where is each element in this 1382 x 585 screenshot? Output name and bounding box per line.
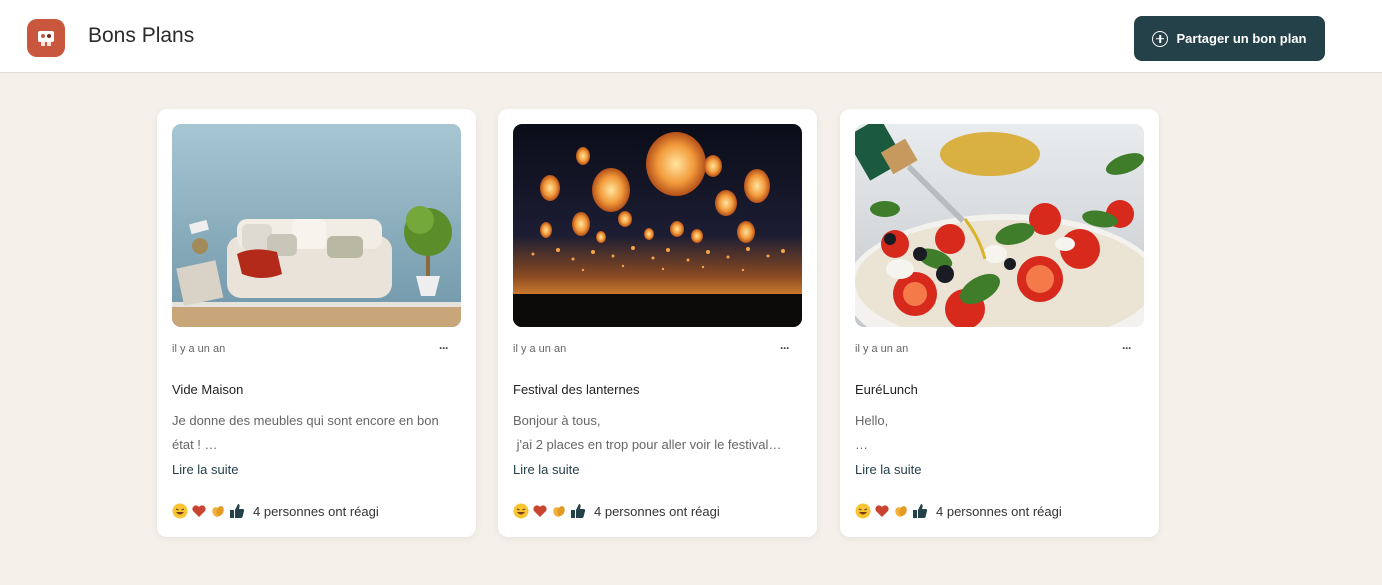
more-options-icon[interactable]: ··· (439, 341, 449, 355)
excerpt-line: … (855, 437, 868, 452)
card-excerpt: Hello, … (855, 409, 1145, 457)
share-deal-label: Partager un bon plan (1176, 31, 1307, 46)
thumbs-up-icon (571, 504, 586, 518)
floating-sofa-photo[interactable] (172, 124, 461, 327)
card-title: EuréLunch (855, 382, 918, 397)
more-options-icon[interactable]: ··· (1122, 341, 1132, 355)
card-excerpt: Bonjour à tous, j'ai 2 places en trop po… (513, 409, 803, 457)
card-title: Festival des lanternes (513, 382, 640, 397)
clapping-hands-icon (212, 506, 224, 517)
reactions-bar[interactable]: 4 personnes ont réagi (172, 503, 379, 519)
reactions-bar[interactable]: 4 personnes ont réagi (855, 503, 1062, 519)
app-title: Bons Plans (88, 24, 195, 47)
excerpt-line: j'ai 2 places en trop pour aller voir le… (513, 437, 782, 452)
heart-icon (875, 505, 889, 517)
thumbs-up-icon (913, 504, 928, 518)
sky-lanterns-photo[interactable] (513, 124, 802, 327)
reactions-bar[interactable]: 4 personnes ont réagi (513, 503, 720, 519)
read-more-link[interactable]: Lire la suite (855, 462, 921, 477)
laughing-face-icon (513, 503, 529, 519)
excerpt-line: Je donne des meubles qui sont encore en … (172, 413, 439, 428)
reactions-count: 4 personnes ont réagi (253, 503, 379, 519)
card-title: Vide Maison (172, 382, 244, 397)
app-logo-icon[interactable] (27, 19, 65, 57)
excerpt-line: Bonjour à tous, (513, 413, 601, 428)
excerpt-line: état ! … (172, 437, 218, 452)
top-bar: Bons Plans Partager un bon plan (0, 0, 1382, 73)
read-more-link[interactable]: Lire la suite (172, 462, 238, 477)
deal-card[interactable]: il y a un an ··· EuréLunch Hello, … Lire… (840, 109, 1159, 537)
caprese-salad-photo[interactable] (855, 124, 1144, 327)
more-options-icon[interactable]: ··· (780, 341, 790, 355)
clapping-hands-icon (895, 506, 907, 517)
post-time: il y a un an (513, 343, 567, 355)
share-deal-button[interactable]: Partager un bon plan (1134, 16, 1325, 61)
clapping-hands-icon (553, 506, 565, 517)
thumbs-up-icon (230, 504, 245, 518)
laughing-face-icon (172, 503, 188, 519)
reactions-count: 4 personnes ont réagi (936, 503, 1062, 519)
card-excerpt: Je donne des meubles qui sont encore en … (172, 409, 462, 457)
read-more-link[interactable]: Lire la suite (513, 462, 579, 477)
plus-circle-icon (1152, 30, 1169, 47)
post-time: il y a un an (855, 343, 909, 355)
laughing-face-icon (855, 503, 871, 519)
reactions-count: 4 personnes ont réagi (594, 503, 720, 519)
deal-card[interactable]: il y a un an ··· Vide Maison Je donne de… (157, 109, 476, 537)
heart-icon (192, 505, 206, 517)
deal-card[interactable]: il y a un an ··· Festival des lanternes … (498, 109, 817, 537)
heart-icon (533, 505, 547, 517)
post-time: il y a un an (172, 343, 226, 355)
excerpt-line: Hello, (855, 413, 889, 428)
